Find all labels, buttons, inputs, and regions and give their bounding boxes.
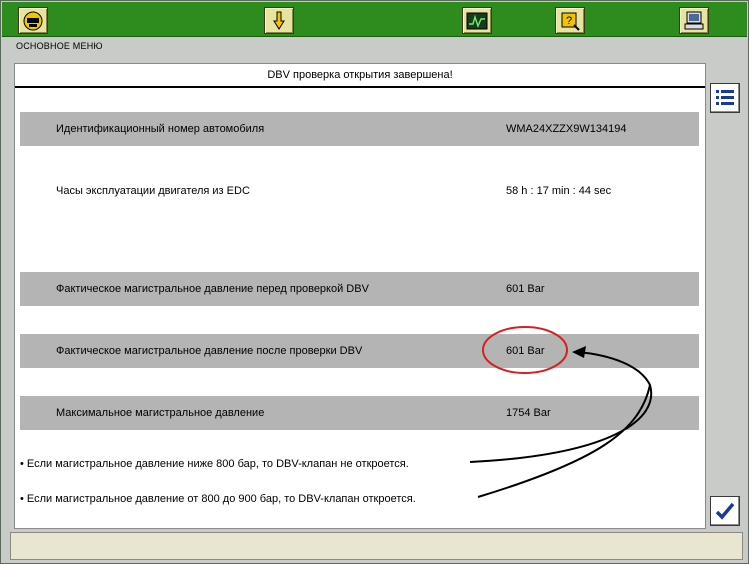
checkmark-icon: [715, 502, 735, 520]
list-button[interactable]: [710, 83, 740, 113]
info-row-pressure-before: Фактическое магистральное давление перед…: [20, 272, 699, 306]
panel-title: DBV проверка открытия завершена!: [15, 64, 705, 88]
oscilloscope-button[interactable]: [462, 7, 492, 34]
result-panel: DBV проверка открытия завершена! Идентиф…: [14, 63, 706, 529]
info-row-engine-hours: Часы эксплуатации двигателя из EDC 58 h …: [20, 174, 699, 208]
computer-icon: [684, 11, 704, 29]
info-row-pressure-after: Фактическое магистральное давление после…: [20, 334, 699, 368]
hand-down-icon: [273, 11, 285, 30]
note-800-900: • Если магистральное давление от 800 до …: [20, 493, 416, 505]
row-label: Фактическое магистральное давление после…: [56, 345, 363, 357]
row-value: WMA24XZZX9W134194: [506, 123, 627, 135]
row-value: 1754 Bar: [506, 407, 551, 419]
info-row-max-pressure: Максимальное магистральное давление 1754…: [20, 396, 699, 430]
help-button[interactable]: ?: [555, 7, 585, 34]
row-label: Максимальное магистральное давление: [56, 407, 265, 419]
note-below-800: • Если магистральное давление ниже 800 б…: [20, 458, 409, 470]
row-value: 601 Bar: [506, 345, 545, 357]
row-value: 601 Bar: [506, 283, 545, 295]
confirm-button[interactable]: [710, 496, 740, 526]
row-label: Фактическое магистральное давление перед…: [56, 283, 369, 295]
toolbar: ?: [2, 2, 747, 37]
app-window: ? ОСНОВНОЕ МЕНЮ DBV проверка открытия за…: [0, 0, 749, 564]
mann-logo-button[interactable]: [18, 7, 48, 34]
computer-button[interactable]: [679, 7, 709, 34]
row-label: Идентификационный номер автомобиля: [56, 123, 265, 135]
mann-logo-icon: [23, 11, 43, 30]
list-icon: [716, 90, 734, 105]
row-value: 58 h : 17 min : 44 sec: [506, 185, 612, 197]
back-button[interactable]: [264, 7, 294, 34]
svg-text:?: ?: [566, 15, 572, 27]
help-icon: ?: [561, 12, 580, 31]
main-menu-label: ОСНОВНОЕ МЕНЮ: [16, 41, 103, 51]
row-label: Часы эксплуатации двигателя из EDC: [56, 185, 250, 197]
status-bar: [10, 532, 743, 560]
info-row-vin: Идентификационный номер автомобиля WMA24…: [20, 112, 699, 146]
oscilloscope-icon: [466, 12, 488, 29]
